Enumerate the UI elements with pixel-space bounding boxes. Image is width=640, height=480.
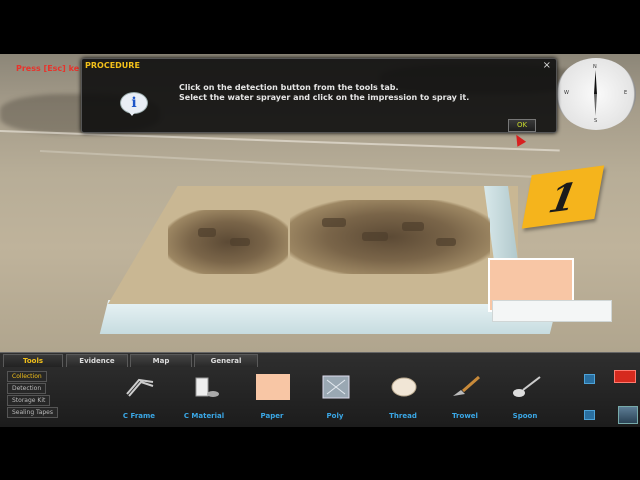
tab-map[interactable]: Map (130, 354, 192, 367)
tread-mark (436, 238, 456, 246)
detection-button[interactable]: Detection (7, 383, 47, 394)
exit-button[interactable] (614, 370, 636, 383)
tool-thread[interactable]: Thread (376, 368, 430, 426)
trowel-icon (453, 375, 480, 396)
sealing-tapes-button[interactable]: Sealing Tapes (7, 407, 59, 418)
poly-bag-icon (322, 375, 350, 399)
tool-label: Poly (326, 412, 344, 420)
compass-label-south: S (594, 118, 598, 124)
tool-paper[interactable]: Paper (245, 368, 299, 426)
storage-kit-button[interactable]: Storage Kit (7, 395, 51, 406)
close-icon[interactable]: × (543, 60, 551, 71)
spoon-icon (513, 376, 541, 397)
compass-label-north: N (593, 64, 597, 70)
tread-mark (362, 232, 388, 241)
tool-c-material[interactable]: C Material (177, 368, 231, 426)
collection-button[interactable]: Collection (7, 371, 47, 382)
tire-track (0, 130, 560, 152)
procedure-dialog: PROCEDURE × i Click on the detection but… (81, 58, 557, 133)
dialog-instruction-2: Select the water sprayer and click on th… (179, 93, 470, 102)
escape-hint: Press [Esc] ke (16, 64, 80, 73)
c-frame-icon (126, 378, 154, 397)
dialog-instruction-1: Click on the detection button from the t… (179, 83, 399, 92)
tool-label: C Material (183, 412, 225, 420)
tool-label: Paper (260, 412, 284, 420)
heel-impression (168, 210, 288, 274)
tool-c-frame[interactable]: C Frame (112, 368, 166, 426)
tire-track (39, 150, 560, 180)
dialog-title: PROCEDURE (85, 61, 140, 70)
tool-poly[interactable]: Poly (308, 368, 362, 426)
tool-label: C Frame (122, 412, 156, 420)
thread-icon (391, 377, 417, 397)
tread-mark (230, 238, 250, 246)
scroll-down-button[interactable] (584, 410, 595, 420)
ok-button[interactable]: OK (508, 119, 536, 132)
compass-needle-south (594, 94, 597, 116)
tab-general[interactable]: General (194, 354, 258, 367)
sole-impression (290, 200, 490, 274)
evidence-marker[interactable]: 1 (521, 165, 605, 229)
tread-mark (402, 222, 424, 231)
scroll-up-button[interactable] (584, 374, 595, 384)
compass-label-east: E (624, 90, 628, 96)
tread-mark (322, 218, 346, 227)
tab-tools[interactable]: Tools (3, 354, 63, 367)
compass-needle-north (594, 70, 597, 94)
camera-icon[interactable] (618, 406, 638, 424)
tool-label: Trowel (452, 412, 478, 420)
tool-label: Spoon (512, 412, 538, 420)
casting-material-icon (195, 377, 219, 397)
tool-spoon[interactable]: Spoon (498, 368, 552, 426)
tab-evidence[interactable]: Evidence (66, 354, 128, 367)
info-icon-tail (127, 110, 137, 116)
paper-icon (256, 374, 290, 400)
tool-label: Thread (389, 412, 417, 420)
compass-label-west: W (564, 90, 569, 96)
tool-trowel[interactable]: Trowel (438, 368, 492, 426)
paper-base (492, 300, 612, 322)
compass: N E S W (556, 58, 636, 130)
tread-mark (198, 228, 216, 237)
evidence-marker-number: 1 (545, 172, 581, 222)
